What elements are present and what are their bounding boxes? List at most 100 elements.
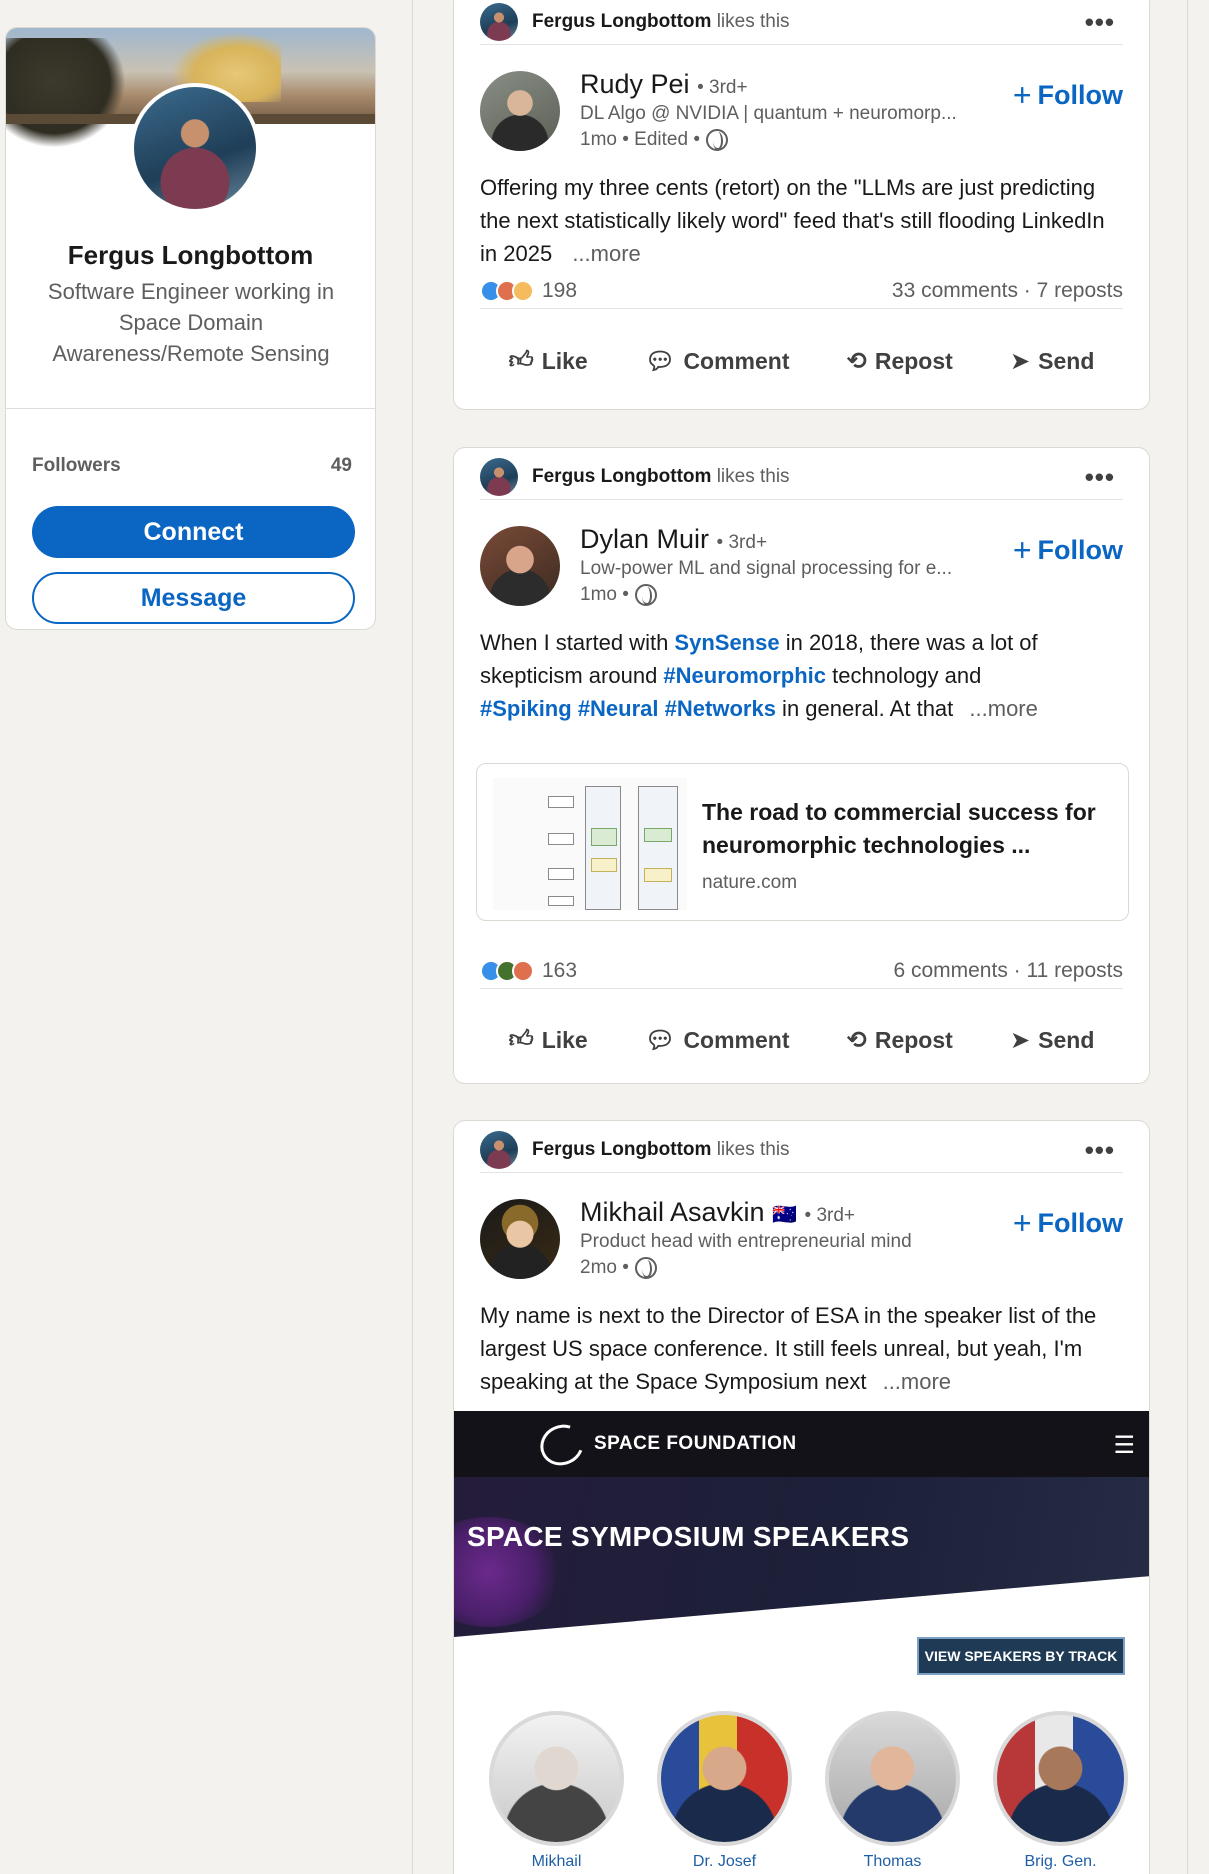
plus-icon: +: [1012, 77, 1032, 113]
diagram-panel: [638, 786, 678, 910]
post-image[interactable]: SPACE FOUNDATION ☰ SPACE SYMPOSIUM SPEAK…: [454, 1411, 1149, 1871]
hashtag-link[interactable]: #Networks: [665, 696, 776, 721]
link-title[interactable]: The road to commercial success for neuro…: [702, 796, 1102, 862]
context-name[interactable]: Fergus Longbottom: [532, 11, 711, 32]
mention-link[interactable]: SynSense: [674, 630, 779, 655]
speaker-photo: [489, 1711, 624, 1846]
post-body-part: technology and: [826, 663, 982, 688]
followers-count: 49: [330, 455, 352, 476]
like-button[interactable]: 👍︎ Like: [509, 1026, 588, 1054]
sf-banner-title: SPACE SYMPOSIUM SPEAKERS: [467, 1521, 910, 1552]
globe-icon: [634, 1257, 657, 1279]
post-author: Rudy Pei • 3rd+ DL Algo @ NVIDIA | quant…: [480, 67, 1123, 157]
reactions-row: 198 33 comments · 7 reposts: [480, 273, 1123, 309]
comments-reposts-count[interactable]: 6 comments · 11 reposts: [893, 959, 1123, 983]
author-name-text[interactable]: Dylan Muir: [580, 524, 709, 554]
speaker-name: Thomas: [863, 1853, 922, 1870]
connection-degree: • 3rd+: [697, 77, 748, 98]
profile-divider: [6, 408, 375, 409]
like-button[interactable]: 👍︎ Like: [509, 347, 588, 375]
post-actions: 👍︎ Like 💬︎ Comment ⟲ Repost ➤ Send: [480, 1010, 1123, 1070]
plus-icon: +: [1012, 1205, 1032, 1241]
context-avatar[interactable]: [480, 457, 518, 496]
follow-button[interactable]: + Follow: [1013, 534, 1123, 566]
author-name-text[interactable]: Mikhail Asavkin: [580, 1197, 765, 1227]
see-more-link[interactable]: ...more: [883, 1369, 951, 1394]
speaker-name: Brig. Gen.: [1024, 1853, 1097, 1870]
author-avatar[interactable]: [480, 71, 560, 151]
send-button[interactable]: ➤ Send: [1010, 1026, 1094, 1055]
speaker-name: Mikhail: [531, 1853, 582, 1870]
reactions-count[interactable]: 163: [542, 959, 577, 983]
follow-button[interactable]: + Follow: [1013, 79, 1123, 111]
see-more-link[interactable]: ...more: [572, 241, 640, 266]
context-suffix: likes this: [716, 465, 790, 487]
link-preview-card[interactable]: The road to commercial success for neuro…: [476, 763, 1129, 921]
comment-icon: 💬︎: [644, 347, 676, 375]
comments-reposts-count[interactable]: 33 comments · 7 reposts: [892, 279, 1123, 303]
profile-name[interactable]: Fergus Longbottom: [6, 240, 375, 271]
follow-label: Follow: [1037, 534, 1123, 565]
context-suffix: likes this: [716, 1138, 790, 1160]
author-name[interactable]: Rudy Pei • 3rd+: [580, 69, 748, 100]
context-avatar[interactable]: [480, 1130, 518, 1169]
link-thumbnail: [493, 778, 687, 910]
diagram-box: [548, 833, 574, 845]
followers-row: Followers 49: [32, 455, 352, 477]
thumbs-up-icon: 👍︎: [508, 347, 534, 374]
sf-banner: SPACE SYMPOSIUM SPEAKERS: [454, 1477, 1149, 1637]
send-icon: ➤: [1010, 347, 1031, 375]
author-name-text[interactable]: Rudy Pei: [580, 69, 690, 99]
diagram-box: [548, 868, 574, 880]
context-name[interactable]: Fergus Longbottom: [532, 466, 711, 487]
post-author: Dylan Muir • 3rd+ Low-power ML and signa…: [480, 522, 1123, 612]
context-text: Fergus Longbottom likes this: [532, 1139, 790, 1161]
reactions-count[interactable]: 198: [542, 279, 577, 303]
context-text: Fergus Longbottom likes this: [532, 11, 790, 33]
profile-avatar[interactable]: [130, 83, 260, 213]
author-avatar[interactable]: [480, 526, 560, 606]
send-button[interactable]: ➤ Send: [1010, 347, 1094, 376]
more-options-icon[interactable]: •••: [1085, 7, 1115, 38]
follow-label: Follow: [1037, 79, 1123, 110]
diagram-box: [548, 796, 574, 808]
speaker-photo: [993, 1711, 1128, 1846]
banner-tree: [6, 38, 126, 148]
repost-button[interactable]: ⟲ Repost: [847, 1026, 953, 1055]
author-name[interactable]: Dylan Muir • 3rd+: [580, 524, 767, 555]
message-button[interactable]: Message: [32, 572, 355, 624]
author-name[interactable]: Mikhail Asavkin 🇦🇺 • 3rd+: [580, 1197, 855, 1228]
link-source: nature.com: [702, 872, 798, 893]
post-actions: 👍︎ Like 💬︎ Comment ⟲ Repost ➤ Send: [480, 331, 1123, 391]
comment-button[interactable]: 💬︎ Comment: [645, 347, 790, 376]
post-time: 1mo •: [580, 584, 657, 606]
hashtag-link[interactable]: #Neural: [578, 696, 659, 721]
hashtag-link[interactable]: #Spiking: [480, 696, 572, 721]
sf-header: SPACE FOUNDATION ☰: [454, 1411, 1149, 1477]
sf-logo-text: SPACE FOUNDATION: [594, 1433, 797, 1454]
author-headline: Product head with entrepreneurial mind: [580, 1231, 912, 1252]
send-icon: ➤: [1010, 1026, 1031, 1054]
diagram-panel: [585, 786, 621, 910]
connect-button[interactable]: Connect: [32, 506, 355, 558]
more-options-icon[interactable]: •••: [1085, 1135, 1115, 1166]
comment-button[interactable]: 💬︎ Comment: [645, 1026, 790, 1055]
context-name[interactable]: Fergus Longbottom: [532, 1139, 711, 1160]
follow-button[interactable]: + Follow: [1013, 1207, 1123, 1239]
post-author: Mikhail Asavkin 🇦🇺 • 3rd+ Product head w…: [480, 1195, 1123, 1285]
repost-button[interactable]: ⟲ Repost: [847, 347, 953, 376]
reaction-icons[interactable]: [480, 279, 534, 302]
connection-degree: • 3rd+: [804, 1205, 856, 1226]
hashtag-link[interactable]: #Neuromorphic: [663, 663, 826, 688]
reaction-icons[interactable]: [480, 959, 534, 982]
speaker-name: Dr. Josef: [692, 1853, 757, 1870]
like-label: Like: [541, 1026, 588, 1053]
context-suffix: likes this: [716, 10, 790, 32]
followers-label: Followers: [32, 455, 121, 476]
more-options-icon[interactable]: •••: [1085, 462, 1115, 493]
see-more-link[interactable]: ...more: [969, 696, 1037, 721]
author-avatar[interactable]: [480, 1199, 560, 1279]
space-foundation-logo-icon: [533, 1417, 591, 1473]
context-text: Fergus Longbottom likes this: [532, 466, 790, 488]
context-avatar[interactable]: [480, 2, 518, 41]
